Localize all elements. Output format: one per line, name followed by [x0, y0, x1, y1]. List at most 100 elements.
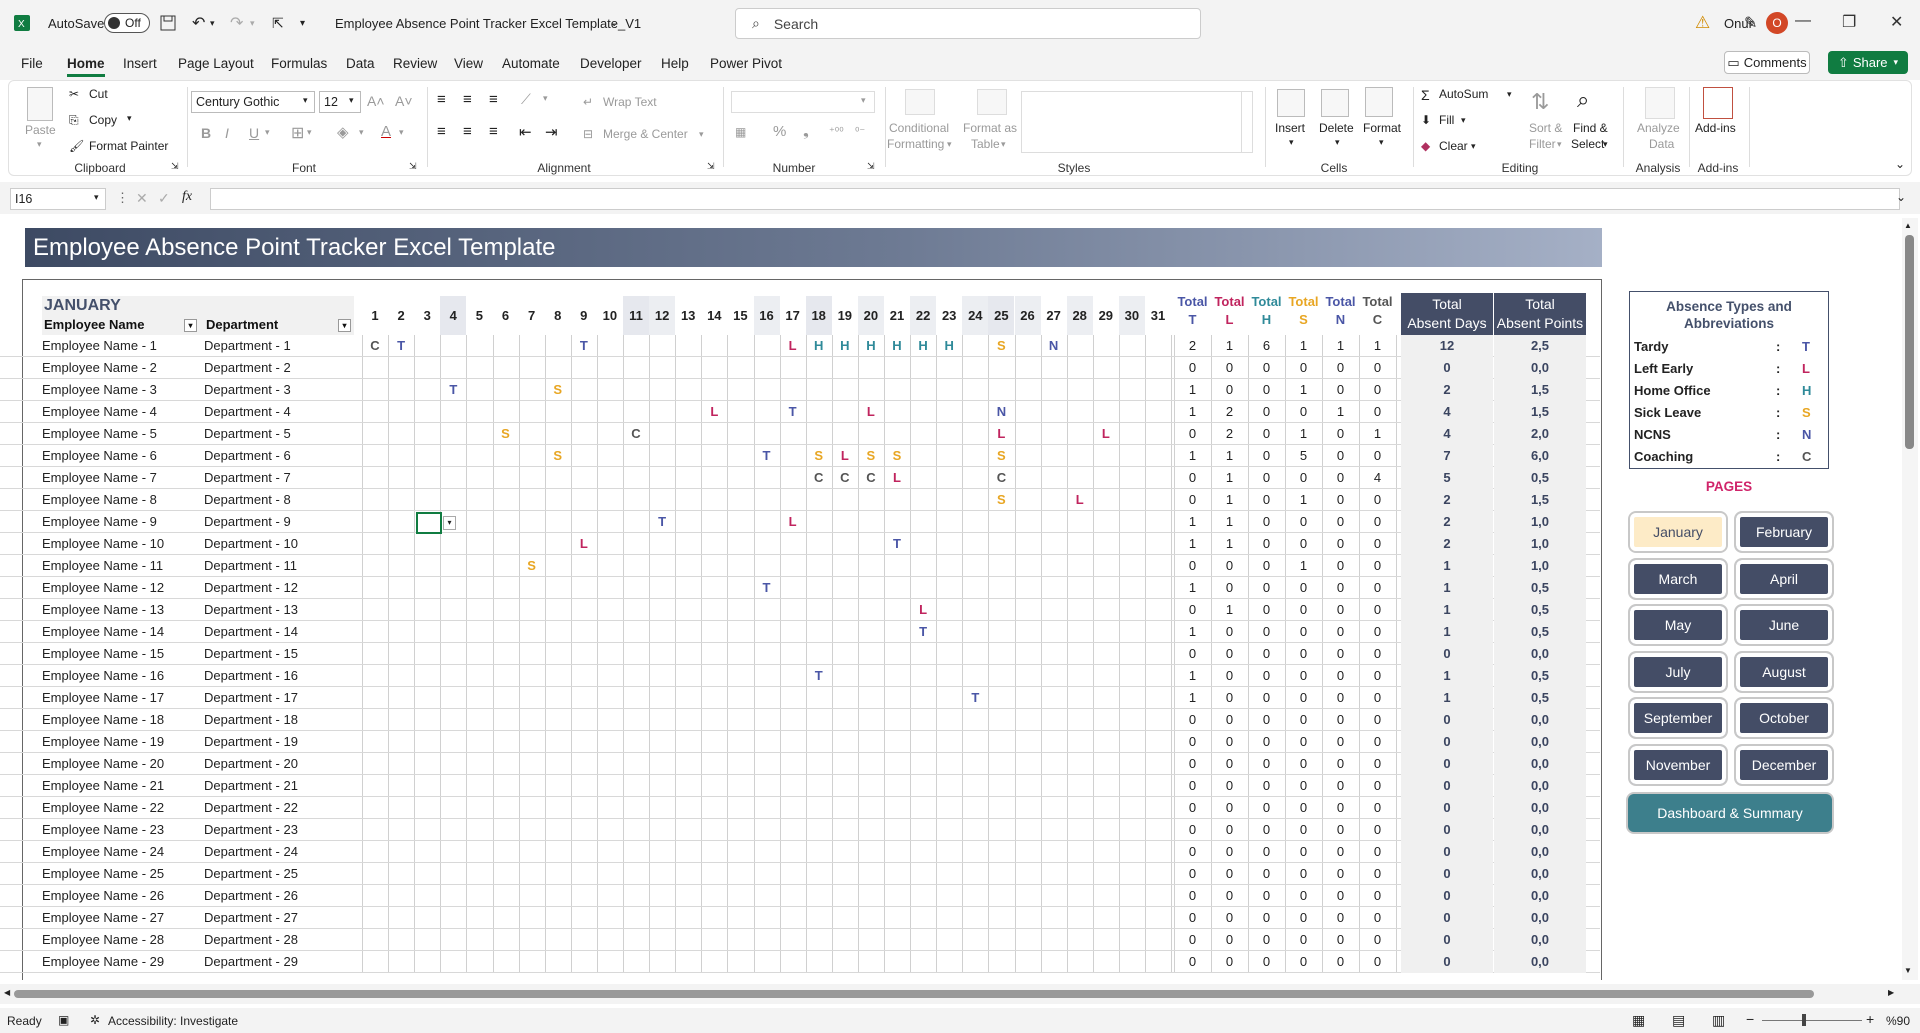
- employee-name-cell[interactable]: Employee Name - 1: [42, 335, 204, 357]
- minimize-icon[interactable]: —: [1795, 12, 1811, 30]
- scroll-up-icon[interactable]: ▲: [1904, 221, 1912, 230]
- absence-mark[interactable]: T: [440, 379, 466, 401]
- close-icon[interactable]: ✕: [1890, 12, 1903, 32]
- file-title-chevron-icon[interactable]: ⌄: [610, 0, 618, 46]
- department-cell[interactable]: Department - 29: [204, 951, 354, 973]
- absence-mark[interactable]: T: [884, 533, 910, 555]
- employee-name-cell[interactable]: Employee Name - 29: [42, 951, 204, 973]
- employee-name-cell[interactable]: Employee Name - 26: [42, 885, 204, 907]
- normal-view-icon[interactable]: ▦: [1632, 1012, 1645, 1029]
- name-box-dropdown-icon[interactable]: ▾: [94, 192, 99, 203]
- format-as-table-dropdown-icon[interactable]: ▾: [1001, 139, 1006, 150]
- employee-name-cell[interactable]: Employee Name - 17: [42, 687, 204, 709]
- share-button[interactable]: ⇧ Share ▾: [1828, 51, 1908, 74]
- decrease-indent-icon[interactable]: ⇤: [519, 123, 532, 141]
- tab-home[interactable]: Home: [67, 56, 105, 77]
- absence-mark[interactable]: S: [545, 379, 571, 401]
- selected-cell[interactable]: [416, 512, 442, 534]
- formula-input[interactable]: [210, 188, 1900, 210]
- tab-automate[interactable]: Automate: [502, 56, 560, 71]
- absence-mark[interactable]: C: [858, 467, 884, 489]
- comments-button[interactable]: ▭ Comments: [1724, 51, 1810, 74]
- department-cell[interactable]: Department - 27: [204, 907, 354, 929]
- absence-mark[interactable]: T: [806, 665, 832, 687]
- zoom-in-icon[interactable]: +: [1866, 1011, 1874, 1027]
- horizontal-scroll-thumb[interactable]: [14, 990, 1814, 998]
- align-bottom-icon[interactable]: ≡: [489, 91, 498, 108]
- format-cells-icon[interactable]: [1365, 87, 1393, 117]
- absence-mark[interactable]: L: [1093, 423, 1119, 445]
- absence-mark[interactable]: T: [962, 687, 988, 709]
- month-button-june[interactable]: June: [1736, 606, 1832, 644]
- department-cell[interactable]: Department - 14: [204, 621, 354, 643]
- employee-name-cell[interactable]: Employee Name - 18: [42, 709, 204, 731]
- employee-name-cell[interactable]: Employee Name - 28: [42, 929, 204, 951]
- number-launcher-icon[interactable]: ⇲: [867, 161, 875, 172]
- fill-button[interactable]: Fill: [1439, 113, 1454, 127]
- autosum-button[interactable]: AutoSum: [1439, 87, 1488, 101]
- find-select-button-line2[interactable]: Select: [1571, 137, 1604, 151]
- department-cell[interactable]: Department - 20: [204, 753, 354, 775]
- pointer-mode-icon[interactable]: ⇱: [272, 0, 284, 46]
- department-cell[interactable]: Department - 8: [204, 489, 354, 511]
- number-format-select[interactable]: [731, 91, 875, 113]
- absence-mark[interactable]: L: [780, 335, 806, 357]
- absence-mark[interactable]: S: [858, 445, 884, 467]
- page-layout-view-icon[interactable]: ▤: [1672, 1012, 1685, 1029]
- sort-filter-button-line2[interactable]: Filter: [1529, 137, 1556, 151]
- font-color-icon[interactable]: A: [381, 123, 391, 140]
- styles-gallery-scroll[interactable]: [1241, 91, 1253, 153]
- department-cell[interactable]: Department - 13: [204, 599, 354, 621]
- absence-mark[interactable]: H: [832, 335, 858, 357]
- zoom-slider-thumb[interactable]: [1802, 1014, 1806, 1026]
- month-button-september[interactable]: September: [1630, 699, 1726, 737]
- department-cell[interactable]: Department - 6: [204, 445, 354, 467]
- department-cell[interactable]: Department - 24: [204, 841, 354, 863]
- month-button-march[interactable]: March: [1630, 559, 1726, 598]
- department-cell[interactable]: Department - 5: [204, 423, 354, 445]
- month-button-october[interactable]: October: [1736, 699, 1832, 737]
- zoom-level[interactable]: %90: [1886, 1014, 1910, 1028]
- employee-name-cell[interactable]: Employee Name - 9: [42, 511, 204, 533]
- employee-name-cell[interactable]: Employee Name - 13: [42, 599, 204, 621]
- tab-view[interactable]: View: [454, 56, 483, 71]
- absence-mark[interactable]: S: [545, 445, 571, 467]
- expand-formula-icon[interactable]: ⌄: [1896, 190, 1906, 204]
- department-cell[interactable]: Department - 15: [204, 643, 354, 665]
- absence-mark[interactable]: T: [388, 335, 414, 357]
- employee-name-cell[interactable]: Employee Name - 20: [42, 753, 204, 775]
- collapse-ribbon-icon[interactable]: ⌄: [1895, 157, 1905, 171]
- absence-mark[interactable]: H: [936, 335, 962, 357]
- macro-record-icon[interactable]: ▣: [58, 1013, 69, 1027]
- month-button-november[interactable]: November: [1630, 745, 1726, 784]
- scroll-left-icon[interactable]: ◀: [4, 988, 10, 997]
- absence-mark[interactable]: H: [858, 335, 884, 357]
- employee-name-cell[interactable]: Employee Name - 14: [42, 621, 204, 643]
- scroll-right-icon[interactable]: ▶: [1888, 988, 1894, 997]
- employee-name-cell[interactable]: Employee Name - 15: [42, 643, 204, 665]
- orientation-dropdown-icon[interactable]: ▾: [543, 93, 548, 104]
- undo-icon[interactable]: ↶: [192, 0, 205, 46]
- department-cell[interactable]: Department - 1: [204, 335, 354, 357]
- absence-mark[interactable]: S: [806, 445, 832, 467]
- wrap-text-button[interactable]: Wrap Text: [603, 95, 657, 109]
- dashboard-summary-button[interactable]: Dashboard & Summary: [1628, 794, 1832, 832]
- month-button-february[interactable]: February: [1736, 513, 1832, 551]
- merge-center-button[interactable]: Merge & Center: [603, 127, 688, 141]
- cell-dropdown-icon[interactable]: ▾: [443, 516, 456, 530]
- employee-name-cell[interactable]: Employee Name - 6: [42, 445, 204, 467]
- format-painter-icon[interactable]: 🖌: [69, 139, 84, 153]
- employee-name-cell[interactable]: Employee Name - 7: [42, 467, 204, 489]
- department-cell[interactable]: Department - 23: [204, 819, 354, 841]
- autosave-toggle[interactable]: Off: [96, 0, 150, 46]
- absence-mark[interactable]: L: [910, 599, 936, 621]
- tab-file[interactable]: File: [21, 56, 43, 71]
- accessibility-icon[interactable]: ✲: [90, 1013, 100, 1027]
- paste-button[interactable]: Paste: [25, 123, 56, 137]
- borders-dropdown-icon[interactable]: ▾: [307, 127, 312, 138]
- zoom-slider[interactable]: [1762, 1020, 1862, 1021]
- absence-mark[interactable]: L: [780, 511, 806, 533]
- employee-name-cell[interactable]: Employee Name - 11: [42, 555, 204, 577]
- department-cell[interactable]: Department - 17: [204, 687, 354, 709]
- department-cell[interactable]: Department - 3: [204, 379, 354, 401]
